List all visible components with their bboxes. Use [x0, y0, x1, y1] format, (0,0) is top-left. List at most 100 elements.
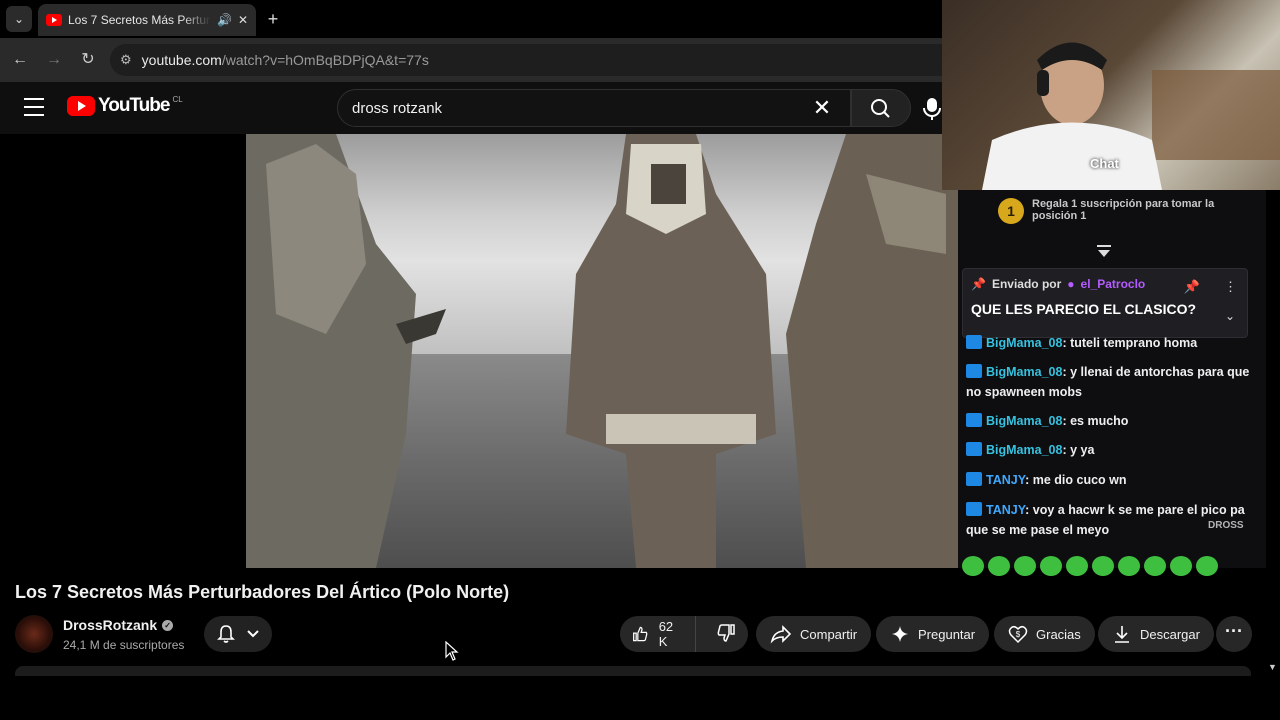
- chat-text: : y ya: [1062, 443, 1095, 457]
- scroll-down-arrow-icon[interactable]: ▼: [1268, 662, 1277, 672]
- url-host: youtube.com: [141, 52, 222, 68]
- clear-search-icon[interactable]: ✕: [810, 96, 834, 120]
- pinned-user: el_Patroclo: [1080, 277, 1146, 291]
- search-button[interactable]: [851, 89, 911, 127]
- chat-username: BigMama_08: [986, 443, 1063, 457]
- chat-text: : me dio cuco wn: [1025, 473, 1127, 487]
- search-input[interactable]: dross rotzank: [337, 89, 851, 127]
- thumbs-down-icon: [717, 623, 735, 642]
- chevron-down-icon: [247, 630, 259, 638]
- emote-icon: [1092, 556, 1114, 576]
- description-box-edge[interactable]: [15, 666, 1251, 676]
- share-label: Compartir: [800, 626, 858, 642]
- chat-message: BigMama_08: y ya: [966, 440, 1262, 460]
- svg-text:$: $: [1016, 630, 1021, 639]
- sub-badge-icon: [966, 335, 982, 349]
- chat-username: BigMama_08: [986, 365, 1063, 379]
- sub-badge-icon: [966, 413, 982, 427]
- pinned-message: 📌 Enviado por ● el_Patroclo QUE LES PARE…: [962, 268, 1248, 338]
- sub-badge-icon: [966, 364, 982, 378]
- emote-icon: [1170, 556, 1192, 576]
- taskbar-area: [0, 676, 1280, 720]
- emote-icon: [1118, 556, 1140, 576]
- forward-button[interactable]: →: [42, 48, 66, 72]
- sparkle-icon: [892, 626, 908, 642]
- site-settings-icon[interactable]: ⚙: [120, 52, 132, 68]
- microphone-icon[interactable]: [920, 92, 944, 124]
- pinned-message-text: QUE LES PARECIO EL CLASICO?: [971, 301, 1197, 317]
- new-tab-button[interactable]: +: [262, 8, 284, 30]
- search-icon: [871, 99, 890, 118]
- chat-username: BigMama_08: [986, 414, 1063, 428]
- emote-icon: [1066, 556, 1088, 576]
- address-bar[interactable]: ⚙ youtube.com/watch?v=hOmBqBDPjQA&t=77s: [110, 44, 1010, 76]
- pin-icon: 📌: [971, 277, 986, 291]
- thanks-label: Gracias: [1036, 626, 1081, 642]
- ask-button[interactable]: Preguntar: [876, 616, 990, 652]
- mouse-cursor-icon: [445, 640, 459, 666]
- chat-message: BigMama_08: es mucho: [966, 411, 1262, 431]
- super-thanks-icon: $: [1008, 625, 1028, 644]
- youtube-favicon-icon: [46, 14, 62, 26]
- verified-icon: ✓: [162, 619, 174, 631]
- sub-badge-icon: [966, 472, 982, 486]
- chevron-down-icon: ⌄: [1224, 309, 1235, 323]
- youtube-wordmark: YouTube: [98, 95, 170, 116]
- youtube-play-logo-icon: [67, 96, 95, 116]
- emote-icon: [988, 556, 1010, 576]
- chat-username: TANJY: [986, 503, 1026, 517]
- rank-badge-icon: 1: [998, 198, 1024, 224]
- chat-username: BigMama_08: [986, 336, 1063, 350]
- chat-text: : es mucho: [1062, 414, 1129, 428]
- emote-icon: [1014, 556, 1036, 576]
- chat-username: TANJY: [986, 473, 1026, 487]
- video-title: Los 7 Secretos Más Perturbadores Del Árt…: [15, 582, 510, 602]
- reload-button[interactable]: ↻: [76, 48, 100, 72]
- dislike-button[interactable]: [704, 623, 748, 646]
- chat-message: BigMama_08: tuteli temprano homa: [966, 333, 1262, 353]
- emote-icon: [1196, 556, 1218, 576]
- channel-name-text[interactable]: DrossRotzank: [63, 617, 157, 633]
- emote-icon: [1144, 556, 1166, 576]
- share-icon: [770, 625, 792, 644]
- emote-row: [962, 556, 1232, 578]
- share-button[interactable]: Compartir: [756, 616, 872, 652]
- pinned-prefix: Enviado por: [991, 277, 1062, 291]
- more-options-icon: ⋮: [1224, 279, 1237, 294]
- chat-overlay-label: Chat: [1090, 156, 1119, 171]
- speaker-icon[interactable]: 🔊: [217, 13, 232, 27]
- emote-icon: [1040, 556, 1062, 576]
- like-dislike-group: 62 K: [620, 616, 748, 652]
- download-label: Descargar: [1140, 626, 1200, 642]
- url-path: /watch?v=hOmBqBDPjQA&t=77s: [221, 52, 429, 68]
- download-button[interactable]: Descargar: [1098, 616, 1214, 652]
- channel-name[interactable]: DrossRotzank ✓: [63, 617, 174, 633]
- chat-message: BigMama_08: y llenai de antorchas para q…: [966, 362, 1262, 402]
- back-button[interactable]: ←: [8, 48, 32, 72]
- subscriber-count: 24,1 M de suscriptores: [63, 638, 185, 652]
- collapse-icon: [1096, 244, 1112, 258]
- mic-badge-icon: ●: [1067, 277, 1075, 291]
- tab-title: Los 7 Secretos Más Perturbadores Del Árt…: [68, 13, 211, 27]
- download-icon: [1115, 626, 1129, 643]
- sub-badge-icon: [966, 502, 982, 516]
- emote-icon: [962, 556, 984, 576]
- menu-icon[interactable]: [24, 98, 44, 116]
- country-code: CL: [172, 94, 183, 104]
- tab-search-dropdown-button[interactable]: ⌄: [6, 6, 32, 32]
- chat-message: TANJY: me dio cuco wn: [966, 470, 1262, 490]
- ask-label: Preguntar: [918, 626, 976, 642]
- thumbs-up-icon: [633, 626, 648, 642]
- more-actions-button[interactable]: ···: [1216, 616, 1252, 652]
- like-count: 62 K: [658, 619, 674, 649]
- like-button[interactable]: 62 K: [620, 616, 696, 652]
- dross-watermark: DROSS: [1208, 520, 1244, 531]
- browser-tab[interactable]: Los 7 Secretos Más Perturbadores Del Árt…: [38, 4, 256, 36]
- chat-text: : tuteli temprano homa: [1062, 336, 1198, 350]
- youtube-logo[interactable]: YouTube CL: [67, 95, 183, 117]
- gift-sub-text: Regala 1 suscripción para tomar la posic…: [1032, 198, 1215, 222]
- close-tab-icon[interactable]: ✕: [238, 13, 248, 27]
- notifications-button[interactable]: [204, 616, 272, 652]
- thanks-button[interactable]: $ Gracias: [994, 616, 1095, 652]
- channel-avatar[interactable]: [15, 615, 53, 653]
